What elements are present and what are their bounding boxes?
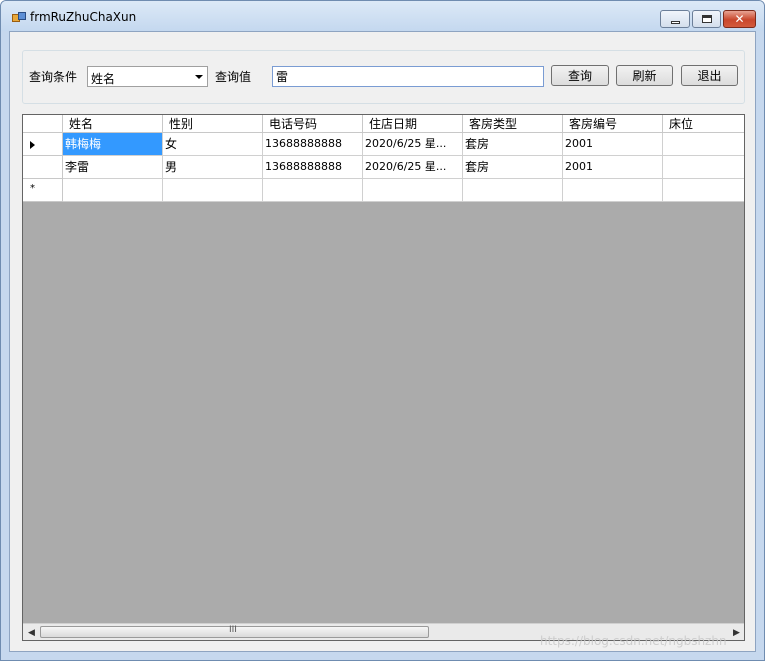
- scroll-left-icon[interactable]: ◀: [28, 628, 35, 638]
- row-header-new[interactable]: *: [23, 179, 63, 202]
- new-row-cell[interactable]: [463, 179, 563, 202]
- watermark: https://blog.csdn.net/ngbshzhn: [540, 634, 727, 648]
- app-icon: [12, 12, 26, 22]
- table-cell[interactable]: 套房: [463, 133, 563, 156]
- table-cell[interactable]: 男: [163, 156, 263, 179]
- condition-selected-value: 姓名: [91, 72, 116, 86]
- value-label: 查询值: [215, 70, 252, 84]
- refresh-button[interactable]: 刷新: [616, 65, 673, 86]
- column-header-bed[interactable]: 床位: [663, 115, 744, 133]
- table-cell[interactable]: 李雷: [63, 156, 163, 179]
- table-cell[interactable]: 2001: [563, 156, 663, 179]
- minimize-button[interactable]: [660, 10, 690, 28]
- query-value-input[interactable]: [276, 68, 538, 85]
- new-row-cell[interactable]: [563, 179, 663, 202]
- exit-button[interactable]: 退出: [681, 65, 738, 86]
- column-header-room-type[interactable]: 客房类型: [463, 115, 563, 133]
- table-cell[interactable]: 2001: [563, 133, 663, 156]
- condition-label: 查询条件: [29, 70, 78, 84]
- query-value-textbox[interactable]: [272, 66, 544, 87]
- table-cell[interactable]: 女: [163, 133, 263, 156]
- new-row-cell[interactable]: [263, 179, 363, 202]
- new-row-marker: *: [30, 183, 35, 194]
- column-header-name[interactable]: 姓名: [63, 115, 163, 133]
- minimize-icon: [671, 21, 680, 24]
- new-row-cell[interactable]: [63, 179, 163, 202]
- scrollbar-thumb[interactable]: III: [40, 625, 429, 638]
- condition-combobox[interactable]: 姓名: [87, 66, 208, 87]
- table-cell[interactable]: 套房: [463, 156, 563, 179]
- maximize-button[interactable]: [692, 10, 721, 28]
- table-cell[interactable]: [663, 156, 744, 179]
- column-header-phone[interactable]: 电话号码: [263, 115, 363, 133]
- table-cell[interactable]: 韩梅梅: [63, 133, 163, 156]
- row-header-0[interactable]: [23, 133, 63, 156]
- table-cell[interactable]: 13688888888: [263, 156, 363, 179]
- maximize-icon: [702, 15, 712, 23]
- new-row-cell[interactable]: [163, 179, 263, 202]
- grid-corner-header[interactable]: [23, 115, 63, 133]
- title-bar[interactable]: frmRuZhuChaXun ✕: [1, 1, 764, 31]
- results-datagrid[interactable]: 姓名 性别 电话号码 住店日期 客房类型 客房编号 床位 韩梅梅 女 13688…: [22, 114, 745, 641]
- main-window: frmRuZhuChaXun ✕ 查询条件 姓名 查询值 查询 刷新 退出 姓名…: [0, 0, 765, 661]
- column-header-gender[interactable]: 性别: [163, 115, 263, 133]
- close-button[interactable]: ✕: [723, 10, 756, 28]
- scroll-right-icon[interactable]: ▶: [733, 628, 740, 638]
- table-cell[interactable]: 13688888888: [263, 133, 363, 156]
- scrollbar-grip: III: [229, 625, 237, 635]
- row-header-1[interactable]: [23, 156, 63, 179]
- column-header-checkin-date[interactable]: 住店日期: [363, 115, 463, 133]
- new-row-cell[interactable]: [363, 179, 463, 202]
- current-row-icon: [30, 141, 35, 149]
- close-icon: ✕: [734, 12, 745, 26]
- form-client-area: 查询条件 姓名 查询值 查询 刷新 退出 姓名 性别 电话号码 住店日期 客房类…: [9, 31, 756, 652]
- window-title: frmRuZhuChaXun: [30, 10, 137, 24]
- table-cell[interactable]: 2020/6/25 星...: [363, 133, 463, 156]
- new-row-cell[interactable]: [663, 179, 744, 202]
- table-cell[interactable]: 2020/6/25 星...: [363, 156, 463, 179]
- dropdown-arrow-icon[interactable]: [195, 75, 203, 79]
- table-cell[interactable]: [663, 133, 744, 156]
- column-header-room-number[interactable]: 客房编号: [563, 115, 663, 133]
- search-button[interactable]: 查询: [551, 65, 609, 86]
